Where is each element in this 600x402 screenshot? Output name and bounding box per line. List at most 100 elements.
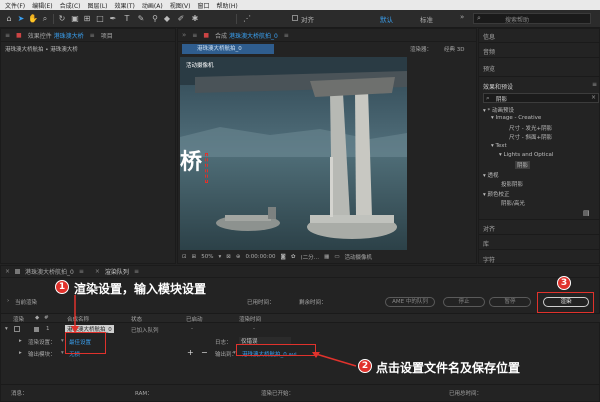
render-queue-tab[interactable]: 渲染队列 bbox=[105, 267, 129, 276]
hand-tool-icon[interactable]: ✋ bbox=[28, 13, 38, 24]
workspace-more[interactable]: » bbox=[460, 13, 464, 21]
panel-character[interactable]: 字符 bbox=[483, 255, 495, 264]
search-icon: ⌕ bbox=[477, 14, 481, 22]
tree-shadow-highlight[interactable]: 阴影/高光 bbox=[501, 199, 525, 207]
workspace-standard[interactable]: 标准 bbox=[420, 14, 433, 24]
panel-audio[interactable]: 音频 bbox=[483, 47, 495, 56]
expand-chevron-icon[interactable]: ▾ bbox=[5, 326, 8, 332]
comp-breadcrumb[interactable]: 港珠澳大桥航拍_0 bbox=[182, 44, 274, 54]
home-icon[interactable]: ⌂ bbox=[4, 13, 14, 24]
tree-color-correction[interactable]: ▾ 颜色校正 bbox=[483, 190, 510, 198]
align-checkbox[interactable] bbox=[292, 15, 298, 21]
menu-item-1[interactable]: 编辑(E) bbox=[32, 1, 52, 10]
panel-menu-icon[interactable]: ≡ bbox=[592, 81, 597, 88]
puppet-tool-icon[interactable]: ✱ bbox=[190, 13, 200, 24]
camera-dropdown[interactable]: 活动摄像机 bbox=[345, 253, 373, 261]
ame-queue-button[interactable]: AME 中的队列 bbox=[385, 297, 435, 307]
menu-item-8[interactable]: 帮助(H) bbox=[217, 1, 238, 10]
tree-animation-presets[interactable]: ▾ * 动画预设 bbox=[483, 106, 514, 114]
eraser-tool-icon[interactable]: ◆ bbox=[162, 13, 172, 24]
render-settings-expander[interactable]: ▸ bbox=[19, 338, 22, 344]
clone-stamp-tool-icon[interactable]: ⚲ bbox=[150, 13, 160, 24]
safe-zones-icon[interactable]: ⊞ bbox=[192, 254, 197, 260]
panel-preview[interactable]: 预览 bbox=[483, 64, 495, 73]
workspace-default[interactable]: 默认 bbox=[380, 14, 393, 24]
status-ram-label: RAM： bbox=[135, 391, 153, 397]
panel-align[interactable]: 对齐 bbox=[483, 224, 495, 233]
chevron-down-icon[interactable]: ▾ bbox=[61, 338, 64, 344]
add-output-module-icon[interactable]: + bbox=[187, 348, 194, 357]
pen-tool-icon[interactable]: ✒ bbox=[108, 13, 118, 24]
always-preview-icon[interactable]: ⊡ bbox=[182, 254, 187, 260]
grid-icon[interactable]: ⊠ bbox=[226, 254, 231, 260]
label-tag-icon: ◆ bbox=[35, 315, 40, 321]
menu-item-0[interactable]: 文件(F) bbox=[5, 1, 25, 10]
help-search-box[interactable]: ⌕ 搜索帮助 bbox=[473, 13, 591, 24]
color-channel-icon[interactable]: ✿ bbox=[291, 254, 296, 260]
label-color-swatch[interactable] bbox=[34, 327, 39, 332]
region-icon[interactable]: ⊕ bbox=[236, 254, 241, 260]
new-bin-icon[interactable]: ▤ bbox=[583, 209, 590, 217]
panel-info[interactable]: 信息 bbox=[483, 32, 495, 41]
lock-icon[interactable]: ■ bbox=[16, 32, 22, 39]
tab-menu-icon[interactable]: ≡ bbox=[284, 32, 289, 39]
menu-item-5[interactable]: 动画(A) bbox=[142, 1, 163, 10]
view-layout-icon[interactable]: ▭ bbox=[334, 254, 339, 260]
close-icon[interactable]: × bbox=[95, 268, 100, 275]
tab-menu-icon[interactable]: ≡ bbox=[79, 268, 84, 275]
status-total-elapsed-label: 已用总时间： bbox=[449, 391, 483, 397]
mask-tool-icon[interactable]: □ bbox=[95, 13, 105, 24]
stop-button[interactable]: 停止 bbox=[443, 297, 485, 307]
current-render-expander[interactable]: › bbox=[7, 298, 9, 304]
menu-item-2[interactable]: 合成(C) bbox=[60, 1, 81, 10]
panel-menu-icon[interactable]: ≡ bbox=[192, 32, 197, 39]
pan-behind-tool-icon[interactable]: ⊞ bbox=[82, 13, 92, 24]
output-module-expander[interactable]: ▸ bbox=[19, 350, 22, 356]
snapshot-icon[interactable]: ◙ bbox=[281, 254, 286, 260]
rotate-tool-icon[interactable]: ↻ bbox=[57, 13, 67, 24]
brush-tool-icon[interactable]: ✎ bbox=[136, 13, 146, 24]
zoom-tool-icon[interactable]: ⌕ bbox=[40, 13, 50, 24]
selection-tool-icon[interactable]: ➤ bbox=[16, 13, 26, 24]
tree-lights-optical[interactable]: ▾ Lights and Optical bbox=[499, 152, 553, 158]
panel-libraries[interactable]: 库 bbox=[483, 239, 489, 248]
menu-item-3[interactable]: 图层(L) bbox=[88, 1, 108, 10]
menu-item-7[interactable]: 窗口 bbox=[197, 1, 209, 10]
tab-menu-icon[interactable]: ≡ bbox=[90, 32, 95, 39]
tree-drop-shadow[interactable]: 投影阴影 bbox=[501, 180, 523, 188]
project-tab[interactable]: 项目 bbox=[101, 31, 113, 40]
clear-search-icon[interactable]: × bbox=[591, 94, 596, 101]
chevron-down-icon[interactable]: ▾ bbox=[61, 350, 64, 356]
tab-menu-icon[interactable]: ≡ bbox=[134, 268, 139, 275]
transparency-grid-icon[interactable]: ▦ bbox=[324, 254, 329, 260]
panel-overflow-icon[interactable]: » bbox=[182, 31, 186, 39]
zoom-dropdown[interactable]: 50% bbox=[201, 254, 213, 260]
effect-controls-tab[interactable]: 效果控件 港珠澳大桥 bbox=[28, 31, 84, 40]
roto-brush-tool-icon[interactable]: ✐ bbox=[176, 13, 186, 24]
close-icon[interactable]: × bbox=[5, 268, 10, 275]
timeline-tab[interactable]: 港珠澳大桥航拍_0 bbox=[25, 267, 74, 276]
menu-item-4[interactable]: 效果(T) bbox=[115, 1, 135, 10]
tree-perspective[interactable]: ▾ 透视 bbox=[483, 171, 499, 179]
snapping-icon[interactable]: ⋰ bbox=[242, 13, 252, 24]
tree-text[interactable]: ▾ Text bbox=[491, 143, 507, 149]
render-checkbox[interactable] bbox=[14, 326, 20, 332]
panel-menu-icon[interactable]: ≡ bbox=[5, 32, 10, 39]
tree-preset-bevel-shadow[interactable]: 尺寸 - 斜面+阴影 bbox=[509, 133, 552, 141]
header-status: 状态 bbox=[131, 317, 143, 323]
composition-tab[interactable]: 合成 港珠澳大桥航拍_0 bbox=[215, 31, 278, 40]
camera-tool-icon[interactable]: ▣ bbox=[70, 13, 80, 24]
timecode[interactable]: 0:00:00:00 bbox=[245, 254, 275, 260]
pause-button[interactable]: 暂停 bbox=[489, 297, 531, 307]
effects-search-input[interactable]: ⌕ 阴影 × bbox=[483, 93, 599, 103]
tree-image-creative[interactable]: ▾ Image - Creative bbox=[491, 115, 541, 121]
menu-item-6[interactable]: 视图(V) bbox=[170, 1, 191, 10]
lock-icon[interactable]: ■ bbox=[203, 32, 209, 39]
renderer-value[interactable]: 经典 3D bbox=[444, 45, 464, 53]
tree-shadow-preset[interactable]: 阴影 bbox=[515, 161, 531, 169]
remove-output-module-icon[interactable]: − bbox=[201, 348, 208, 357]
type-tool-icon[interactable]: T bbox=[122, 13, 132, 24]
tree-preset-glow-shadow[interactable]: 尺寸 - 发光+阴影 bbox=[509, 124, 552, 132]
resolution-dropdown[interactable]: (二分… bbox=[300, 253, 319, 261]
composition-viewer[interactable]: 活动摄像机 桥 bbox=[180, 57, 407, 250]
